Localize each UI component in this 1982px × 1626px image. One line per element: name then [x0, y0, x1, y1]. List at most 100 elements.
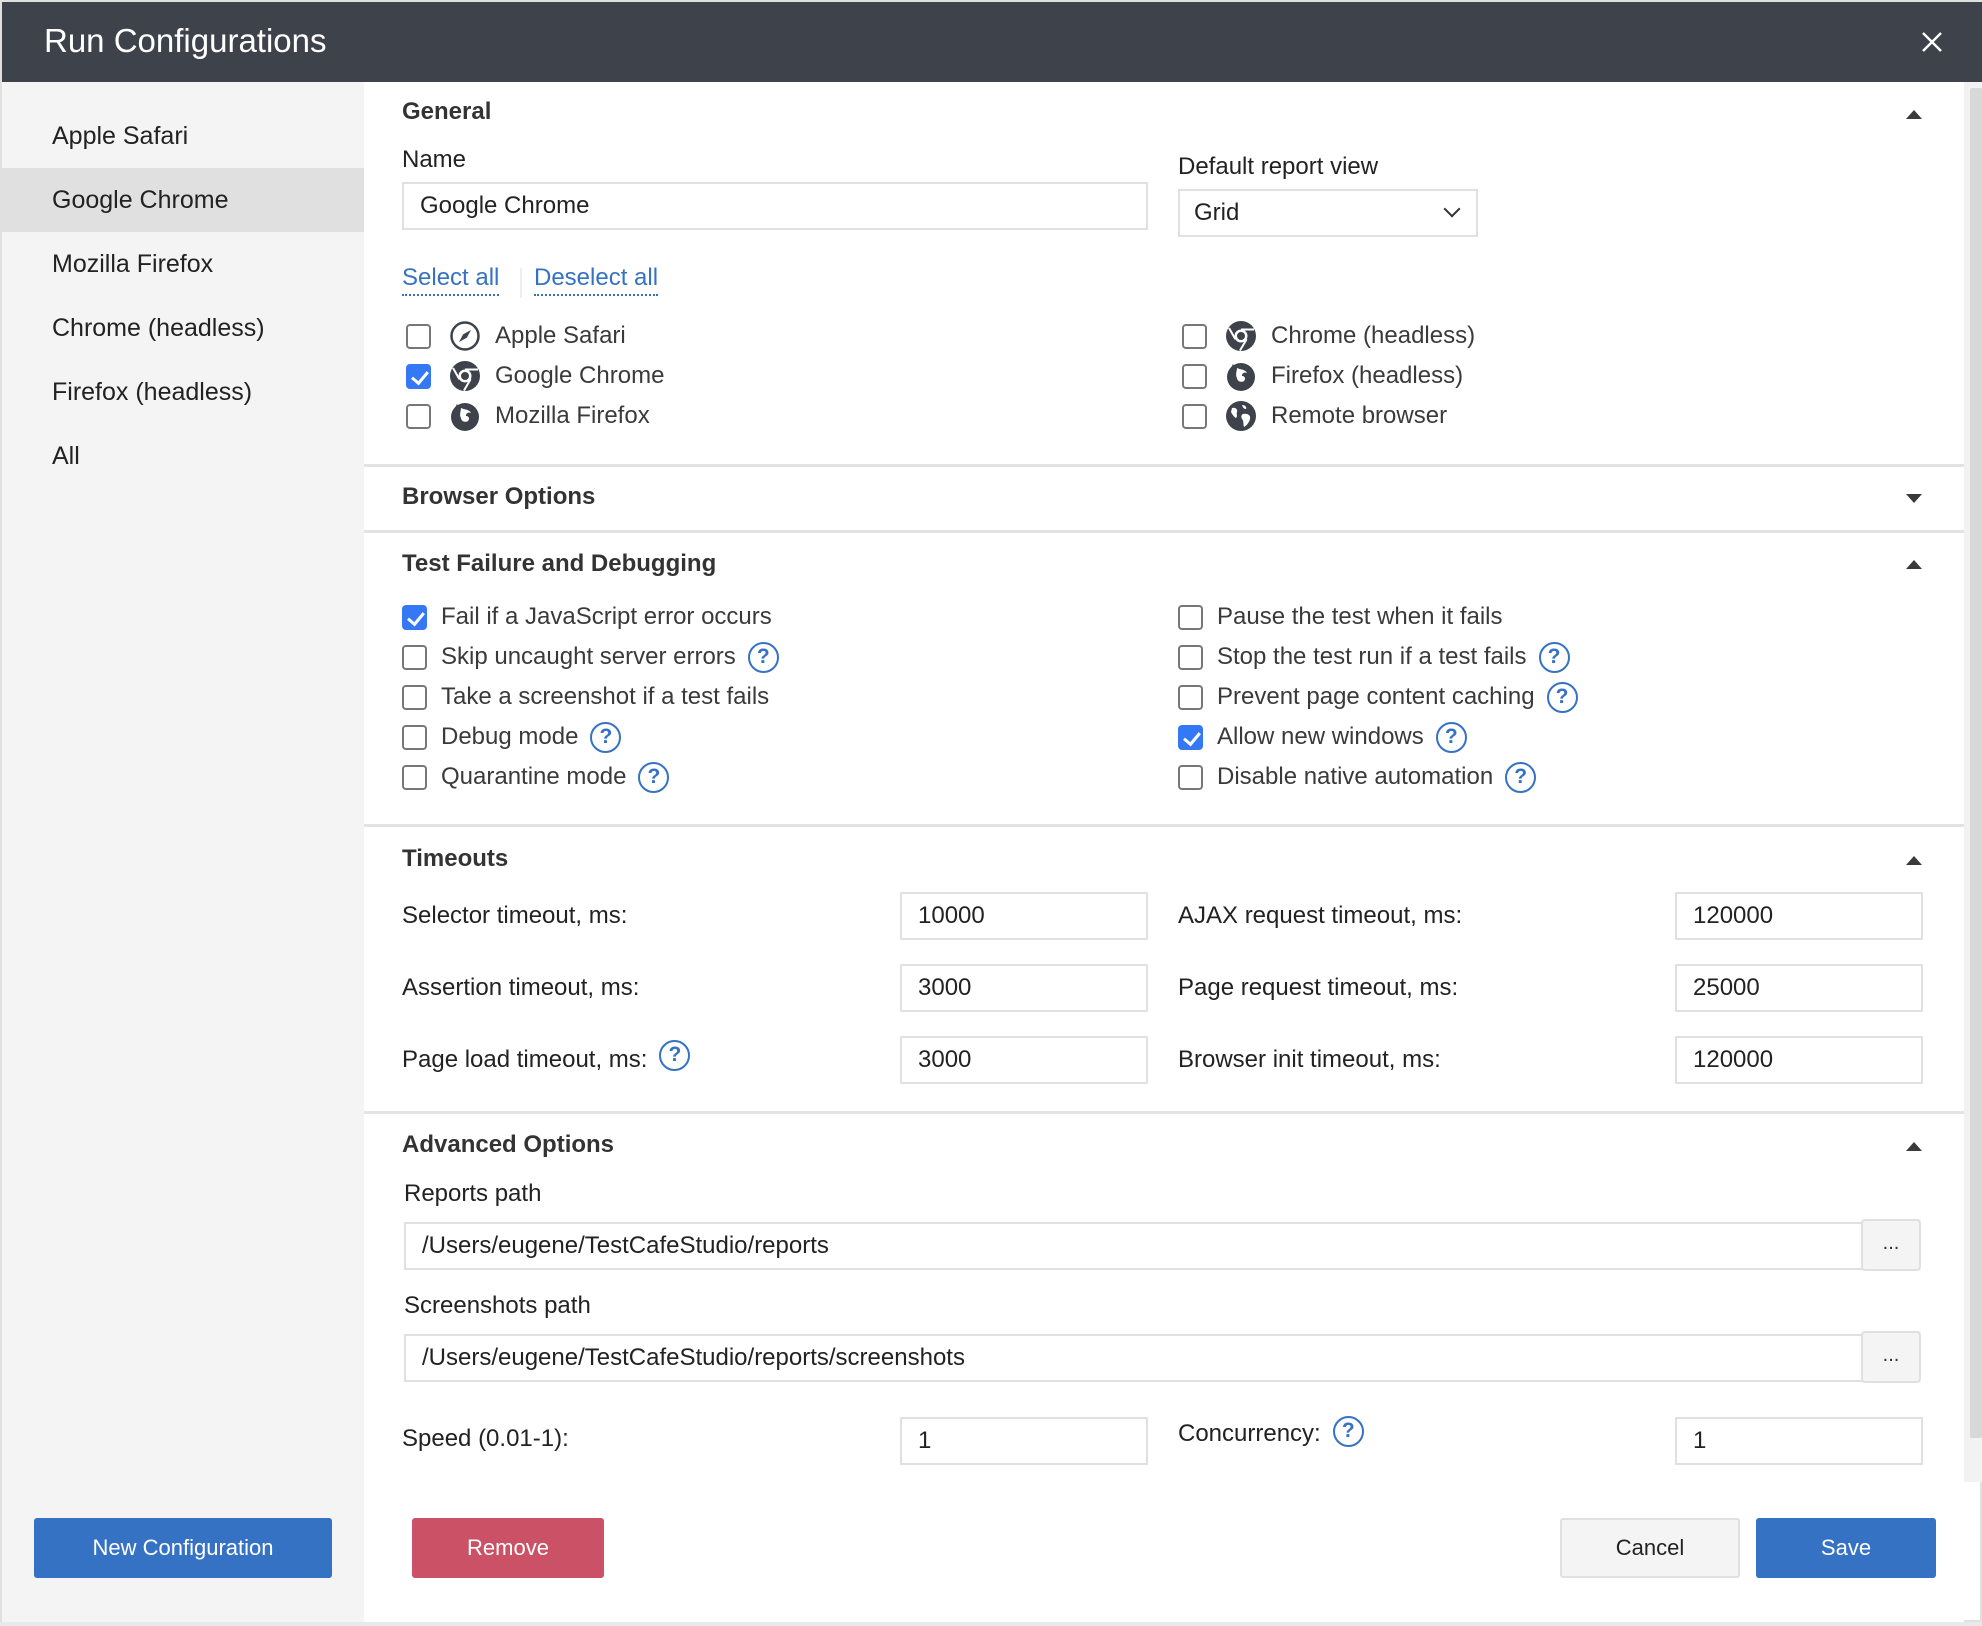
option-screenshot-on-fail[interactable]: Take a screenshot if a test fails	[402, 679, 769, 715]
screenshots-path-label: Screenshots path	[404, 1292, 591, 1319]
checkbox[interactable]	[1178, 604, 1203, 630]
chevron-down-icon	[1443, 200, 1461, 218]
browser-init-timeout-label: Browser init timeout, ms:	[1178, 1046, 1441, 1073]
checkbox[interactable]	[406, 323, 431, 349]
option-fail-on-js-error[interactable]: Fail if a JavaScript error occurs	[402, 599, 772, 635]
sidebar-item-all[interactable]: All	[2, 424, 364, 488]
title-bar: Run Configurations	[2, 2, 1982, 82]
page-request-timeout-label: Page request timeout, ms:	[1178, 974, 1459, 1001]
new-configuration-button[interactable]: New Configuration	[34, 1518, 332, 1578]
firefox-icon	[451, 403, 479, 431]
option-allow-new-windows[interactable]: Allow new windows ?	[1178, 719, 1467, 755]
browser-option-apple-safari[interactable]: Apple Safari	[406, 318, 626, 354]
browser-init-timeout-input[interactable]	[1675, 1036, 1923, 1084]
help-icon[interactable]: ?	[747, 641, 779, 673]
report-view-value: Grid	[1194, 199, 1240, 226]
checkbox[interactable]	[402, 724, 427, 750]
collapse-general-icon[interactable]	[1906, 110, 1922, 119]
select-all-link[interactable]: Select all	[402, 264, 500, 296]
name-input[interactable]	[402, 182, 1148, 230]
sidebar-item-mozilla-firefox[interactable]: Mozilla Firefox	[2, 232, 364, 296]
browser-option-chrome-headless[interactable]: Chrome (headless)	[1182, 318, 1475, 354]
page-load-timeout-input[interactable]	[900, 1036, 1148, 1084]
section-title-test-failure-debugging: Test Failure and Debugging	[402, 550, 717, 577]
checkbox[interactable]	[402, 644, 427, 670]
option-skip-uncaught-server-errors[interactable]: Skip uncaught server errors ?	[402, 639, 779, 675]
checkbox[interactable]	[402, 684, 427, 710]
page-load-timeout-label: Page load timeout, ms:	[402, 1046, 648, 1073]
help-icon[interactable]: ?	[1435, 721, 1467, 753]
selector-timeout-label: Selector timeout, ms:	[402, 902, 628, 929]
speed-input[interactable]	[900, 1417, 1148, 1465]
sidebar-item-chrome-headless[interactable]: Chrome (headless)	[2, 296, 364, 360]
checkbox[interactable]	[1178, 764, 1203, 790]
section-title-advanced-options: Advanced Options	[402, 1131, 615, 1158]
option-stop-on-first-fail[interactable]: Stop the test run if a test fails ?	[1178, 639, 1570, 675]
page-request-timeout-input[interactable]	[1675, 964, 1923, 1012]
help-icon[interactable]: ?	[1332, 1415, 1364, 1447]
checkbox[interactable]	[406, 403, 431, 429]
collapse-debugging-icon[interactable]	[1906, 560, 1922, 569]
sidebar-item-firefox-headless[interactable]: Firefox (headless)	[2, 360, 364, 424]
section-divider	[364, 1111, 1964, 1114]
cancel-button[interactable]: Cancel	[1560, 1518, 1740, 1578]
browser-option-mozilla-firefox[interactable]: Mozilla Firefox	[406, 398, 650, 434]
help-icon[interactable]: ?	[659, 1039, 691, 1071]
reports-path-label: Reports path	[404, 1180, 542, 1207]
remove-button[interactable]: Remove	[412, 1518, 604, 1578]
checkbox[interactable]	[1178, 684, 1203, 710]
browser-option-firefox-headless[interactable]: Firefox (headless)	[1182, 358, 1463, 394]
checkbox[interactable]	[1182, 363, 1207, 389]
concurrency-label: Concurrency:	[1178, 1420, 1321, 1447]
sidebar-item-google-chrome[interactable]: Google Chrome	[2, 168, 364, 232]
checkbox-checked[interactable]	[402, 604, 427, 630]
browser-option-google-chrome[interactable]: Google Chrome	[406, 358, 664, 394]
configuration-form: General Name Default report view Grid Se…	[364, 82, 1964, 1624]
browse-reports-path-button[interactable]: ...	[1861, 1219, 1921, 1271]
option-debug-mode[interactable]: Debug mode ?	[402, 719, 622, 755]
report-view-select[interactable]: Grid	[1178, 189, 1478, 237]
checkbox[interactable]	[1182, 403, 1207, 429]
option-disable-native-automation[interactable]: Disable native automation ?	[1178, 759, 1537, 795]
screenshots-path-input[interactable]	[404, 1334, 1876, 1382]
help-icon[interactable]: ?	[1505, 761, 1537, 793]
collapse-advanced-icon[interactable]	[1906, 1142, 1922, 1151]
chrome-icon	[450, 361, 480, 392]
help-icon[interactable]: ?	[1538, 641, 1570, 673]
link-separator	[520, 268, 522, 298]
selector-timeout-input[interactable]	[900, 892, 1148, 940]
expand-browser-options-icon[interactable]	[1906, 494, 1922, 503]
collapse-timeouts-icon[interactable]	[1906, 856, 1922, 865]
section-divider	[364, 824, 1964, 827]
ajax-timeout-label: AJAX request timeout, ms:	[1178, 902, 1463, 929]
section-divider	[364, 464, 1964, 467]
section-divider	[364, 530, 1964, 533]
option-quarantine-mode[interactable]: Quarantine mode ?	[402, 759, 670, 795]
report-view-label: Default report view	[1178, 153, 1379, 180]
browse-screenshots-path-button[interactable]: ...	[1861, 1331, 1921, 1383]
save-button[interactable]: Save	[1756, 1518, 1936, 1578]
scrollbar-thumb[interactable]	[1970, 88, 1982, 1438]
option-prevent-caching[interactable]: Prevent page content caching ?	[1178, 679, 1578, 715]
assertion-timeout-input[interactable]	[900, 964, 1148, 1012]
section-title-timeouts: Timeouts	[402, 845, 509, 872]
checkbox-checked[interactable]	[1178, 724, 1203, 750]
close-icon[interactable]	[1918, 28, 1946, 56]
checkbox[interactable]	[402, 764, 427, 790]
checkbox-checked[interactable]	[406, 363, 431, 389]
help-icon[interactable]: ?	[638, 761, 670, 793]
reports-path-input[interactable]	[404, 1222, 1876, 1270]
deselect-all-link[interactable]: Deselect all	[534, 264, 659, 296]
concurrency-input[interactable]	[1675, 1417, 1923, 1465]
help-icon[interactable]: ?	[590, 721, 622, 753]
firefox-icon	[1227, 363, 1255, 391]
ajax-timeout-input[interactable]	[1675, 892, 1923, 940]
checkbox[interactable]	[1178, 644, 1203, 670]
browser-option-remote-browser[interactable]: Remote browser	[1182, 398, 1447, 434]
help-icon[interactable]: ?	[1546, 681, 1578, 713]
background-app-strip	[0, 1622, 1982, 1626]
checkbox[interactable]	[1182, 323, 1207, 349]
sidebar-item-apple-safari[interactable]: Apple Safari	[2, 104, 364, 168]
option-pause-on-fail[interactable]: Pause the test when it fails	[1178, 599, 1503, 635]
configurations-sidebar: Apple Safari Google Chrome Mozilla Firef…	[2, 82, 364, 1624]
